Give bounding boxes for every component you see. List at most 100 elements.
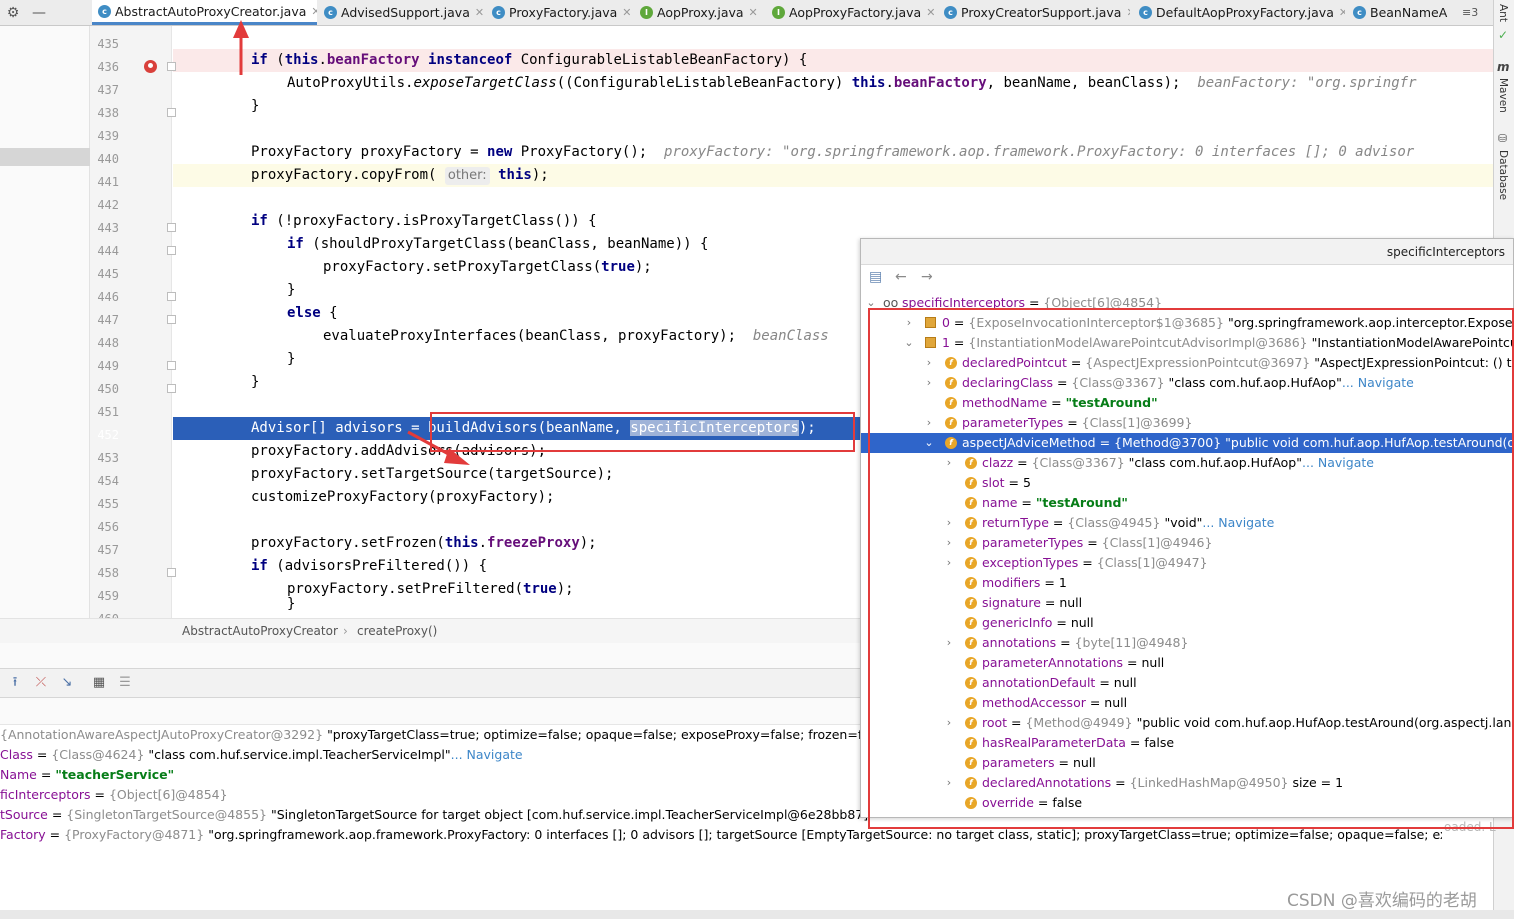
- close-tab-icon[interactable]: ✕: [622, 6, 631, 19]
- evaluate-table-icon[interactable]: ▦: [91, 675, 107, 691]
- code-line: AutoProxyUtils.exposeTargetClass((Config…: [287, 75, 1417, 91]
- popup-title: specificInterceptors: [861, 239, 1513, 265]
- code-line: ProxyFactory proxyFactory = new ProxyFac…: [251, 144, 1415, 160]
- tab-overflow-menu[interactable]: ≡3: [1462, 0, 1478, 25]
- debug-spacer: [0, 643, 860, 668]
- line-number: 449: [97, 359, 119, 373]
- fold-marker-icon[interactable]: [167, 292, 176, 301]
- line-number: 458: [97, 566, 119, 580]
- database-tool-button[interactable]: Database: [1497, 150, 1509, 200]
- line-number: 452: [97, 428, 119, 442]
- breakpoint-icon[interactable]: [144, 60, 157, 73]
- line-number: 439: [97, 129, 119, 143]
- tab-abstract-auto-proxy-creator[interactable]: c AbstractAutoProxyCreator.java ✕: [92, 0, 317, 25]
- line-number: 453: [97, 451, 119, 465]
- fold-marker-icon[interactable]: [167, 384, 176, 393]
- line-number: 448: [97, 336, 119, 350]
- minimize-icon[interactable]: —: [26, 5, 52, 21]
- tab-proxy-factory[interactable]: c ProxyFactory.java ✕: [486, 0, 632, 25]
- tab-label: ProxyCreatorSupport.java: [961, 5, 1122, 20]
- class-icon: c: [98, 4, 111, 18]
- project-panel: [0, 26, 90, 618]
- maven-tool-button[interactable]: Maven: [1497, 78, 1509, 113]
- line-number: 456: [97, 520, 119, 534]
- tab-default-aop-proxy-factory[interactable]: c DefaultAopProxyFactory.java ✕: [1133, 0, 1345, 25]
- line-number: 445: [97, 267, 119, 281]
- variable-row[interactable]: {AnnotationAwareAspectJAutoProxyCreator@…: [0, 725, 893, 745]
- interface-icon: I: [640, 6, 653, 19]
- close-tab-icon[interactable]: ✕: [749, 6, 758, 19]
- trace-icon[interactable]: ☰: [117, 675, 133, 691]
- line-number: 459: [97, 589, 119, 603]
- close-tab-icon[interactable]: ✕: [926, 6, 935, 19]
- popup-layout-icon[interactable]: ▤: [869, 269, 882, 285]
- fold-marker-icon[interactable]: [167, 315, 176, 324]
- tab-label: AbstractAutoProxyCreator.java: [115, 3, 307, 19]
- annotation-box-popup: [868, 308, 1514, 829]
- line-number: 441: [97, 175, 119, 189]
- line-number: 440: [97, 152, 119, 166]
- class-icon: c: [492, 6, 505, 19]
- debug-header: [0, 698, 860, 725]
- database-icon: ⛁: [1498, 132, 1508, 145]
- line-number: 454: [97, 474, 119, 488]
- tab-label: ProxyFactory.java: [509, 5, 618, 20]
- line-number: 436: [97, 60, 119, 74]
- line-number: 451: [97, 405, 119, 419]
- maven-icon: m: [1497, 60, 1510, 74]
- variable-row[interactable]: tSource = {SingletonTargetSource@4855} "…: [0, 805, 874, 825]
- forward-arrow-icon[interactable]: →: [921, 269, 933, 285]
- fold-marker-icon[interactable]: [167, 568, 176, 577]
- line-number: 450: [97, 382, 119, 396]
- tab-bar-leading-icons: ⚙ —: [0, 0, 52, 25]
- run-to-cursor-icon[interactable]: ↘: [59, 675, 75, 691]
- line-number: 438: [97, 106, 119, 120]
- tab-bean-name[interactable]: c BeanNameA: [1347, 0, 1459, 25]
- checkmark-icon: ✓: [1498, 28, 1509, 42]
- project-selected-row[interactable]: [0, 148, 90, 166]
- fold-marker-icon[interactable]: [167, 246, 176, 255]
- line-number: 444: [97, 244, 119, 258]
- close-tab-icon[interactable]: ✕: [1339, 6, 1345, 19]
- code-line: }: [251, 98, 260, 114]
- fold-marker-icon[interactable]: [167, 108, 176, 117]
- navigate-link[interactable]: ... Navigate: [451, 747, 523, 762]
- code-line-breakpoint: if (this.beanFactory instanceof Configur…: [173, 49, 1493, 72]
- code-line: proxyFactory.copyFrom( other: this);: [173, 164, 1493, 187]
- tab-proxy-creator-support[interactable]: c ProxyCreatorSupport.java ✕: [938, 0, 1130, 25]
- close-tab-icon[interactable]: ✕: [475, 6, 484, 19]
- status-bar: [0, 910, 1514, 919]
- code-line: if (!proxyFactory.isProxyTargetClass()) …: [251, 213, 597, 229]
- line-number: 457: [97, 543, 119, 557]
- class-icon: c: [1353, 6, 1366, 19]
- line-number: 437: [97, 83, 119, 97]
- debug-toolbar: ⭱ ⤫ ↘ ▦ ☰: [0, 668, 860, 698]
- popup-toolbar: ▤ ← →: [861, 265, 1513, 291]
- line-number: 455: [97, 497, 119, 511]
- variable-row[interactable]: ficInterceptors = {Object[6]@4854}: [0, 785, 228, 805]
- class-icon: c: [944, 6, 957, 19]
- line-number: 442: [97, 198, 119, 212]
- variable-row[interactable]: Class = {Class@4624} "class com.huf.serv…: [0, 745, 523, 765]
- tab-advised-support[interactable]: c AdvisedSupport.java ✕: [318, 0, 484, 25]
- close-tab-icon[interactable]: ✕: [1126, 6, 1130, 19]
- watermark: CSDN @喜欢编码的老胡: [1287, 891, 1477, 911]
- tab-aop-proxy-factory[interactable]: I AopProxyFactory.java ✕: [766, 0, 936, 25]
- settings-gear-icon[interactable]: ⚙: [0, 5, 26, 21]
- back-arrow-icon[interactable]: ←: [895, 269, 907, 285]
- tab-aop-proxy[interactable]: I AopProxy.java ✕: [634, 0, 764, 25]
- fold-marker-icon[interactable]: [167, 223, 176, 232]
- breadcrumb-class[interactable]: AbstractAutoProxyCreator: [182, 619, 338, 643]
- breadcrumb-separator: ›: [343, 624, 348, 638]
- line-number: 435: [97, 37, 119, 51]
- fold-marker-icon[interactable]: [167, 361, 176, 370]
- step-out-icon[interactable]: ⭱: [7, 675, 23, 691]
- close-tab-icon[interactable]: ✕: [311, 5, 317, 18]
- breadcrumb-method[interactable]: createProxy(): [357, 619, 437, 643]
- annotation-box-build-advisors: [430, 412, 855, 452]
- ant-tool-button[interactable]: Ant: [1497, 4, 1509, 22]
- drop-frame-icon[interactable]: ⤫: [33, 675, 49, 691]
- variable-row[interactable]: Name = "teacherService": [0, 765, 174, 785]
- fold-marker-icon[interactable]: [167, 62, 176, 71]
